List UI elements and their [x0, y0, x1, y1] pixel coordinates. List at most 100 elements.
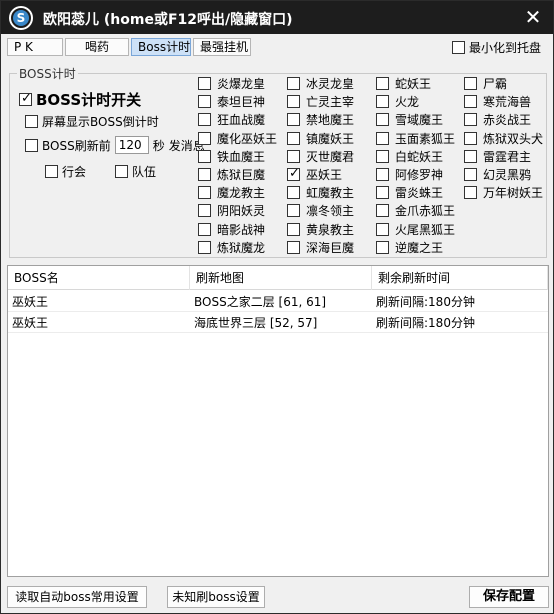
boss-checkbox[interactable] — [287, 77, 300, 90]
boss-option[interactable]: 白蛇妖王 — [376, 148, 443, 165]
boss-checkbox[interactable] — [198, 240, 211, 254]
boss-option[interactable]: 黄泉教主 — [287, 221, 354, 238]
boss-option[interactable]: 蛇妖王 — [376, 75, 431, 92]
boss-checkbox[interactable] — [287, 222, 300, 236]
boss-checkbox[interactable] — [464, 113, 477, 127]
boss-checkbox[interactable] — [376, 77, 389, 90]
boss-option[interactable]: 魔龙教主 — [198, 184, 265, 201]
boss-option[interactable]: 冰灵龙皇 — [287, 75, 354, 92]
column-header-remaining-time[interactable]: 剩余刷新时间 — [372, 266, 548, 290]
boss-checkbox[interactable] — [287, 131, 300, 145]
boss-checkbox[interactable] — [198, 186, 211, 200]
tab-pk[interactable]: P K — [7, 38, 63, 56]
tab-boss-timer[interactable]: Boss计时 — [131, 38, 191, 56]
screen-countdown-checkbox[interactable] — [25, 115, 38, 128]
boss-checkbox[interactable] — [464, 131, 477, 145]
boss-option[interactable]: 雷炎蛛王 — [376, 184, 443, 201]
boss-checkbox[interactable] — [376, 222, 389, 236]
boss-checkbox[interactable] — [464, 77, 477, 90]
team-checkbox[interactable] — [115, 165, 128, 178]
boss-option[interactable]: 狂血战魔 — [198, 111, 265, 128]
boss-option[interactable]: 火龙 — [376, 93, 419, 110]
refresh-before-seconds-input[interactable]: 120 — [114, 136, 149, 154]
boss-option[interactable]: 炼狱巨魔 — [198, 166, 265, 183]
boss-option[interactable]: 泰坦巨神 — [198, 93, 265, 110]
boss-option[interactable]: 玉面素狐王 — [376, 130, 455, 147]
boss-option[interactable]: 巫妖王 — [287, 166, 342, 183]
boss-option[interactable]: 赤炎战王 — [464, 111, 531, 128]
boss-checkbox[interactable] — [287, 204, 300, 218]
boss-option[interactable]: 炼狱魔龙 — [198, 239, 265, 256]
unknown-boss-settings-button[interactable]: 未知刷boss设置 — [167, 586, 265, 608]
boss-checkbox[interactable] — [376, 204, 389, 218]
boss-checkbox[interactable] — [376, 186, 389, 200]
boss-checkbox[interactable] — [198, 222, 211, 236]
boss-checkbox[interactable] — [287, 149, 300, 163]
boss-checkbox[interactable] — [287, 186, 300, 200]
minimize-to-tray-checkbox[interactable] — [451, 41, 465, 54]
guild-checkbox[interactable] — [45, 165, 58, 178]
tab-afk[interactable]: 最强挂机 — [193, 38, 251, 56]
boss-option[interactable]: 魔化巫妖王 — [198, 130, 277, 147]
boss-option[interactable]: 禁地魔王 — [287, 111, 354, 128]
column-header-boss-name[interactable]: BOSS名 — [8, 266, 190, 290]
boss-option[interactable]: 尸霸 — [464, 75, 507, 92]
boss-option[interactable]: 寒荒海兽 — [464, 93, 531, 110]
boss-checkbox[interactable] — [198, 131, 211, 145]
screen-countdown-option[interactable]: 屏幕显示BOSS倒计时 — [25, 113, 159, 130]
minimize-to-tray[interactable]: 最小化到托盘 — [451, 39, 541, 56]
boss-checkbox[interactable] — [376, 95, 389, 109]
boss-option[interactable]: 虹魔教主 — [287, 184, 354, 201]
boss-checkbox[interactable] — [198, 95, 211, 109]
boss-option[interactable]: 亡灵主宰 — [287, 93, 354, 110]
boss-option[interactable]: 阴阳妖灵 — [198, 202, 265, 219]
title-bar[interactable]: S 欧阳蕊儿 (home或F12呼出/隐藏窗口) ✕ — [1, 1, 553, 34]
boss-checkbox[interactable] — [376, 131, 389, 145]
boss-checkbox[interactable] — [464, 186, 477, 200]
boss-option[interactable]: 凛冬领主 — [287, 202, 354, 219]
boss-option[interactable]: 逆魔之王 — [376, 239, 443, 256]
boss-option[interactable]: 镇魔妖王 — [287, 130, 354, 147]
boss-option[interactable]: 炼狱双头犬 — [464, 130, 543, 147]
boss-timer-switch[interactable]: BOSS计时开关 — [19, 89, 141, 110]
boss-checkbox[interactable] — [198, 168, 211, 181]
boss-checkbox[interactable] — [198, 149, 211, 163]
boss-option[interactable]: 深海巨魔 — [287, 239, 354, 256]
boss-option[interactable]: 阿修罗神 — [376, 166, 443, 183]
boss-checkbox[interactable] — [198, 113, 211, 127]
boss-option[interactable]: 金爪赤狐王 — [376, 202, 455, 219]
boss-option[interactable]: 炎爆龙皇 — [198, 75, 265, 92]
boss-checkbox[interactable] — [464, 95, 477, 109]
boss-option[interactable]: 灭世魔君 — [287, 148, 354, 165]
boss-option[interactable]: 雪域魔王 — [376, 111, 443, 128]
boss-option[interactable]: 雷霆君主 — [464, 148, 531, 165]
table-row[interactable]: 巫妖王 海底世界三层 [52, 57] 刷新间隔:180分钟 — [8, 313, 548, 333]
boss-checkbox[interactable] — [198, 77, 211, 90]
boss-checkbox[interactable] — [198, 204, 211, 218]
team-option[interactable]: 队伍 — [115, 163, 156, 180]
refresh-before-checkbox[interactable] — [25, 138, 38, 152]
boss-option[interactable]: 万年树妖王 — [464, 184, 543, 201]
boss-checkbox[interactable] — [287, 166, 300, 181]
boss-checkbox[interactable] — [376, 113, 389, 127]
boss-checkbox[interactable] — [287, 240, 300, 254]
column-header-refresh-map[interactable]: 刷新地图 — [190, 266, 372, 290]
table-row[interactable]: 巫妖王 BOSS之家二层 [61, 61] 刷新间隔:180分钟 — [8, 292, 548, 312]
guild-option[interactable]: 行会 — [45, 163, 86, 180]
tab-potion[interactable]: 喝药 — [65, 38, 129, 56]
boss-checkbox[interactable] — [376, 149, 389, 163]
boss-checkbox[interactable] — [464, 149, 477, 163]
boss-checkbox[interactable] — [376, 168, 389, 181]
boss-checkbox[interactable] — [287, 95, 300, 109]
save-config-button[interactable]: 保存配置 — [469, 586, 549, 608]
boss-timer-switch-checkbox[interactable] — [19, 91, 32, 106]
boss-checkbox[interactable] — [287, 113, 300, 127]
boss-checkbox[interactable] — [376, 240, 389, 254]
close-icon[interactable]: ✕ — [523, 7, 543, 27]
read-auto-boss-settings-button[interactable]: 读取自动boss常用设置 — [7, 586, 147, 608]
boss-option[interactable]: 暗影战神 — [198, 221, 265, 238]
boss-checkbox[interactable] — [464, 168, 477, 181]
boss-option[interactable]: 幻灵黑鸦 — [464, 166, 531, 183]
boss-option[interactable]: 火尾黑狐王 — [376, 221, 455, 238]
boss-option[interactable]: 铁血魔王 — [198, 148, 265, 165]
